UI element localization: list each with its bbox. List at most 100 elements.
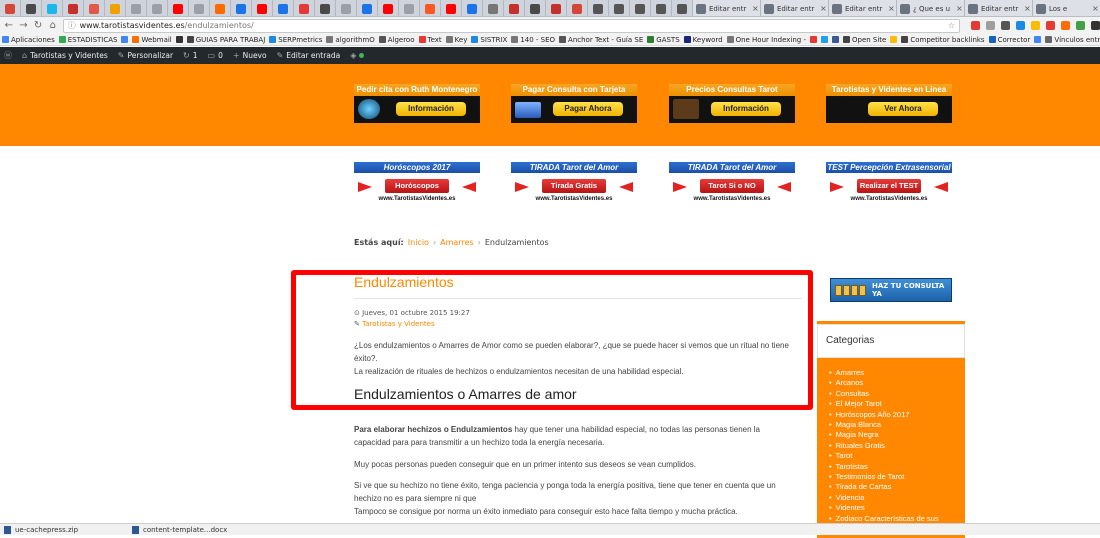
bookmark-item[interactable]: ESTADISTICAS [58, 36, 117, 44]
browser-tab[interactable] [336, 0, 357, 16]
browser-tab[interactable] [252, 0, 273, 16]
breadcrumb-home-link[interactable]: Inicio [408, 238, 429, 247]
bookmark-item[interactable] [890, 36, 898, 43]
browser-tab[interactable] [483, 0, 504, 16]
browser-tab[interactable] [567, 0, 588, 16]
bookmark-item[interactable] [831, 36, 839, 43]
extension-icon[interactable] [970, 21, 980, 30]
admin-updates-link[interactable]: ↻ 1 [183, 51, 197, 60]
browser-tab[interactable] [609, 0, 630, 16]
ver-ahora-button[interactable]: Ver Ahora [868, 102, 938, 116]
browser-tab[interactable] [399, 0, 420, 16]
article-category[interactable]: ✎ Tarotistas y Videntes [354, 320, 435, 328]
bookmark-item[interactable]: Keyword [683, 36, 723, 44]
pay-now-button[interactable]: Pagar Ahora [553, 102, 623, 116]
browser-tab[interactable] [378, 0, 399, 16]
extension-icon[interactable] [1075, 21, 1085, 30]
bookmark-item[interactable]: Vínculos entran [1045, 36, 1100, 44]
banner-pagar-consulta[interactable]: Pagar Consulta con Tarjeta Pagar Ahora [511, 84, 637, 123]
category-link[interactable]: Magia Negra [829, 430, 965, 440]
browser-tab[interactable] [504, 0, 525, 16]
home-icon[interactable]: ⌂ [48, 20, 58, 31]
browser-tab[interactable]: Editar entr × [829, 0, 897, 16]
category-link[interactable]: Consultas [829, 389, 965, 399]
extension-icon[interactable] [1060, 21, 1070, 30]
browser-tab[interactable] [126, 0, 147, 16]
close-icon[interactable]: × [888, 4, 895, 13]
bookmark-item[interactable]: Open Site [842, 36, 886, 44]
bookmark-item[interactable]: SISTRIX [471, 36, 507, 44]
bookmark-item[interactable] [809, 36, 817, 43]
browser-tab[interactable] [21, 0, 42, 16]
category-link[interactable]: Videntes [829, 503, 965, 513]
close-icon[interactable]: × [752, 4, 759, 13]
extension-icon[interactable] [1030, 21, 1040, 30]
bookmark-item[interactable] [175, 36, 183, 43]
seo-icon[interactable]: ◈ [350, 51, 365, 60]
extension-icon[interactable] [1000, 21, 1010, 30]
tirada-gratis-button[interactable]: Tirada Gratis [542, 179, 606, 193]
admin-customize-link[interactable]: ✎ Personalizar [118, 51, 173, 60]
category-link[interactable]: Tarotistas [829, 462, 965, 472]
admin-edit-link[interactable]: ✎ Editar entrada [277, 51, 341, 60]
browser-tab[interactable] [42, 0, 63, 16]
article-title[interactable]: Endulzamientos [354, 274, 454, 290]
browser-tab[interactable] [357, 0, 378, 16]
category-link[interactable]: Arcanos [829, 378, 965, 388]
admin-site-link[interactable]: ⌂ Tarotistas y Videntes [22, 51, 108, 60]
browser-tab[interactable] [441, 0, 462, 16]
info-button[interactable]: Información [711, 102, 781, 116]
consulta-ya-banner[interactable]: HAZ TU CONSULTA YA [830, 278, 952, 302]
browser-tab[interactable] [210, 0, 231, 16]
browser-tab[interactable] [651, 0, 672, 16]
browser-tab[interactable] [462, 0, 483, 16]
browser-tab[interactable] [294, 0, 315, 16]
info-button[interactable]: Información [396, 102, 466, 116]
back-icon[interactable]: ← [4, 20, 14, 31]
forward-icon[interactable]: → [19, 20, 29, 31]
extension-icon[interactable] [1090, 21, 1100, 30]
wp-logo-icon[interactable]: ⓦ [4, 50, 12, 61]
admin-new-link[interactable]: + Nuevo [233, 51, 267, 60]
browser-tab[interactable] [168, 0, 189, 16]
extension-icon[interactable] [1045, 21, 1055, 30]
bookmark-item[interactable]: Aplicaciones [2, 36, 55, 44]
banner-en-linea[interactable]: Tarotistas y Videntes en Línea Ver Ahora [826, 84, 952, 123]
bookmark-item[interactable] [121, 36, 129, 43]
realizar-test-button[interactable]: Realizar el TEST [857, 179, 921, 193]
banner-pedir-cita[interactable]: Pedir cita con Ruth Montenegro Informaci… [354, 84, 480, 123]
horoscopos-button[interactable]: Horóscopos [385, 179, 449, 193]
bookmark-item[interactable]: algorithmO [326, 36, 375, 44]
bookmark-item[interactable]: GASTS [647, 36, 680, 44]
browser-tab[interactable] [546, 0, 567, 16]
breadcrumb-amarres-link[interactable]: Amarres [440, 238, 474, 247]
browser-tab[interactable] [63, 0, 84, 16]
category-link[interactable]: Amarres [829, 368, 965, 378]
browser-tab[interactable] [84, 0, 105, 16]
bookmark-star-icon[interactable]: ☆ [948, 21, 955, 30]
banner-tirada-amor[interactable]: TIRADA Tarot del Amor Tirada Gratis www.… [511, 162, 637, 206]
reload-icon[interactable]: ↻ [33, 20, 43, 31]
banner-si-o-no[interactable]: TIRADA Tarot del Amor Tarot Si o NO www.… [669, 162, 795, 206]
admin-comments-link[interactable]: ▭ 0 [208, 51, 223, 60]
browser-tab[interactable] [315, 0, 336, 16]
bookmark-item[interactable] [820, 36, 828, 43]
browser-tab[interactable] [147, 0, 168, 16]
bookmark-item[interactable]: Competitor backlinks [901, 36, 985, 44]
bookmark-item[interactable]: Anchor Text - Guía SE [559, 36, 643, 44]
close-icon[interactable]: × [956, 4, 963, 13]
close-icon[interactable]: × [1092, 4, 1099, 13]
bookmark-item[interactable]: Webmail [132, 36, 172, 44]
bookmark-item[interactable]: SERPmetrics [269, 36, 322, 44]
browser-tab[interactable] [231, 0, 252, 16]
browser-tab[interactable] [525, 0, 546, 16]
extension-icon[interactable] [1015, 21, 1025, 30]
category-link[interactable]: Testimonios de Tarot [829, 472, 965, 482]
bookmark-item[interactable]: Text [418, 36, 442, 44]
browser-tab[interactable]: Editar entr × [693, 0, 761, 16]
bookmark-item[interactable]: Corrector [988, 36, 1030, 44]
browser-tab[interactable] [273, 0, 294, 16]
browser-tab[interactable] [420, 0, 441, 16]
bookmark-item[interactable] [1034, 36, 1042, 43]
article-category-link[interactable]: Tarotistas y Videntes [362, 320, 435, 328]
